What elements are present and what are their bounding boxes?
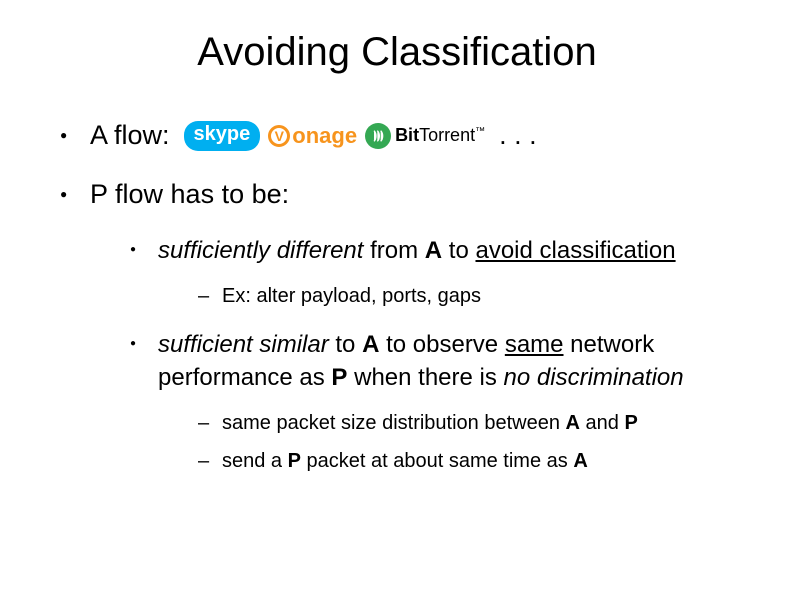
vonage-logo: Vonage xyxy=(268,121,357,151)
text: to xyxy=(329,331,362,358)
top-bullet-list: A flow: skype Vonage BitTorrent™ . . . P… xyxy=(50,120,744,474)
ellipsis: . . . xyxy=(499,120,537,151)
sub-bullet-list: sufficiently different from A to avoid c… xyxy=(90,235,744,474)
subsub-list-2: same packet size distribution between A … xyxy=(158,410,744,474)
text-no-discrimination: no discrimination xyxy=(504,364,684,391)
a-flow-label: A flow: xyxy=(90,120,170,151)
text: from xyxy=(363,237,424,264)
vonage-v-icon: V xyxy=(268,125,290,147)
text-a: A xyxy=(566,412,580,434)
vonage-text: onage xyxy=(292,123,357,149)
slide-title: Avoiding Classification xyxy=(50,30,744,75)
subsub-send-time: send a P packet at about same time as A xyxy=(198,448,744,474)
text: and xyxy=(580,412,624,434)
text-p: P xyxy=(331,364,347,391)
bittorrent-icon xyxy=(365,123,391,149)
text-a: A xyxy=(362,331,379,358)
text-p: P xyxy=(288,450,301,472)
text-sufficiently-different: sufficiently different xyxy=(158,237,363,264)
bullet-a-flow: A flow: skype Vonage BitTorrent™ . . . xyxy=(60,120,744,151)
p-flow-label: P flow has to be: xyxy=(90,179,289,209)
bittorrent-text: BitTorrent™ xyxy=(395,125,485,146)
text-sufficient-similar: sufficient similar xyxy=(158,331,329,358)
bittorrent-logo: BitTorrent™ xyxy=(365,121,485,151)
text: same packet size distribution between xyxy=(222,412,566,434)
sub-bullet-similar: sufficient similar to A to observe same … xyxy=(130,329,744,474)
subsub-list-1: Ex: alter payload, ports, gaps xyxy=(158,283,744,309)
subsub-ex-alter: Ex: alter payload, ports, gaps xyxy=(198,283,744,309)
text-same: same xyxy=(505,331,564,358)
text: packet at about same time as xyxy=(301,450,573,472)
text: to xyxy=(442,237,475,264)
subsub-packet-size: same packet size distribution between A … xyxy=(198,410,744,436)
skype-logo: skype xyxy=(184,121,261,151)
text: when there is xyxy=(347,364,503,391)
text: to observe xyxy=(379,331,504,358)
text: send a xyxy=(222,450,288,472)
text-a: A xyxy=(425,237,442,264)
text-avoid: avoid classification xyxy=(475,237,675,264)
text-a: A xyxy=(573,450,587,472)
a-flow-line: A flow: skype Vonage BitTorrent™ . . . xyxy=(90,120,744,151)
text-p: P xyxy=(624,412,637,434)
bullet-p-flow: P flow has to be: sufficiently different… xyxy=(60,179,744,474)
sub-bullet-different: sufficiently different from A to avoid c… xyxy=(130,235,744,309)
